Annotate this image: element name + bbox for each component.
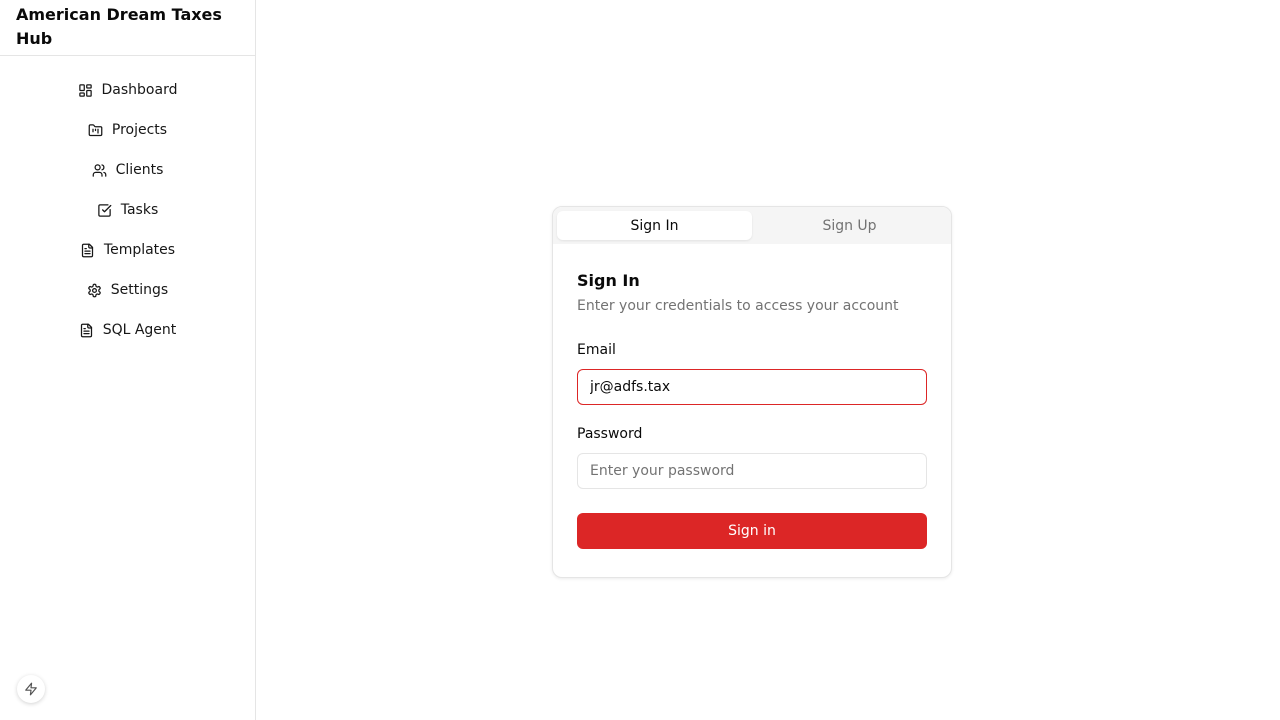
check-square-icon xyxy=(97,202,113,218)
file-text-icon xyxy=(79,322,95,338)
brand-header: American Dream Taxes Hub xyxy=(0,0,255,56)
sidebar-item-clients[interactable]: Clients xyxy=(0,150,255,190)
sign-in-button[interactable]: Sign in xyxy=(577,513,927,549)
sidebar-item-label: Projects xyxy=(111,122,168,138)
sidebar-nav: Dashboard Projects Clients Tasks Templat… xyxy=(0,56,255,350)
app-title: American Dream Taxes Hub xyxy=(16,5,222,48)
sidebar: American Dream Taxes Hub Dashboard Proje… xyxy=(0,0,256,720)
sidebar-item-label: Templates xyxy=(103,242,176,258)
tab-sign-in[interactable]: Sign In xyxy=(557,211,752,240)
email-field[interactable] xyxy=(577,369,927,405)
sidebar-item-label: Clients xyxy=(115,162,164,178)
sidebar-item-label: Dashboard xyxy=(101,82,178,98)
sidebar-item-label: SQL Agent xyxy=(102,322,177,338)
sidebar-item-templates[interactable]: Templates xyxy=(0,230,255,270)
form-description: Enter your credentials to access your ac… xyxy=(577,298,899,314)
sidebar-item-dashboard[interactable]: Dashboard xyxy=(0,70,255,110)
sidebar-item-label: Tasks xyxy=(120,202,159,218)
lightning-icon xyxy=(24,682,38,696)
auth-tabs: Sign In Sign Up xyxy=(553,207,951,244)
sidebar-item-label: Settings xyxy=(110,282,169,298)
file-text-icon xyxy=(80,242,96,258)
sidebar-item-projects[interactable]: Projects xyxy=(0,110,255,150)
password-field[interactable] xyxy=(577,453,927,489)
password-label: Password xyxy=(577,426,643,442)
sidebar-item-settings[interactable]: Settings xyxy=(0,270,255,310)
sign-in-form: Sign In Enter your credentials to access… xyxy=(577,269,927,549)
gear-icon xyxy=(87,282,103,298)
tab-sign-up[interactable]: Sign Up xyxy=(752,211,947,240)
auth-card: Sign In Sign Up Sign In Enter your crede… xyxy=(552,206,952,578)
floating-action-button[interactable] xyxy=(17,675,45,703)
form-title: Sign In xyxy=(577,271,640,290)
app-root: American Dream Taxes Hub Dashboard Proje… xyxy=(0,0,1280,720)
users-icon xyxy=(92,162,108,178)
sidebar-item-tasks[interactable]: Tasks xyxy=(0,190,255,230)
folder-kanban-icon xyxy=(88,122,104,138)
dashboard-icon xyxy=(78,82,94,98)
sidebar-item-sql-agent[interactable]: SQL Agent xyxy=(0,310,255,350)
email-label: Email xyxy=(577,342,616,358)
